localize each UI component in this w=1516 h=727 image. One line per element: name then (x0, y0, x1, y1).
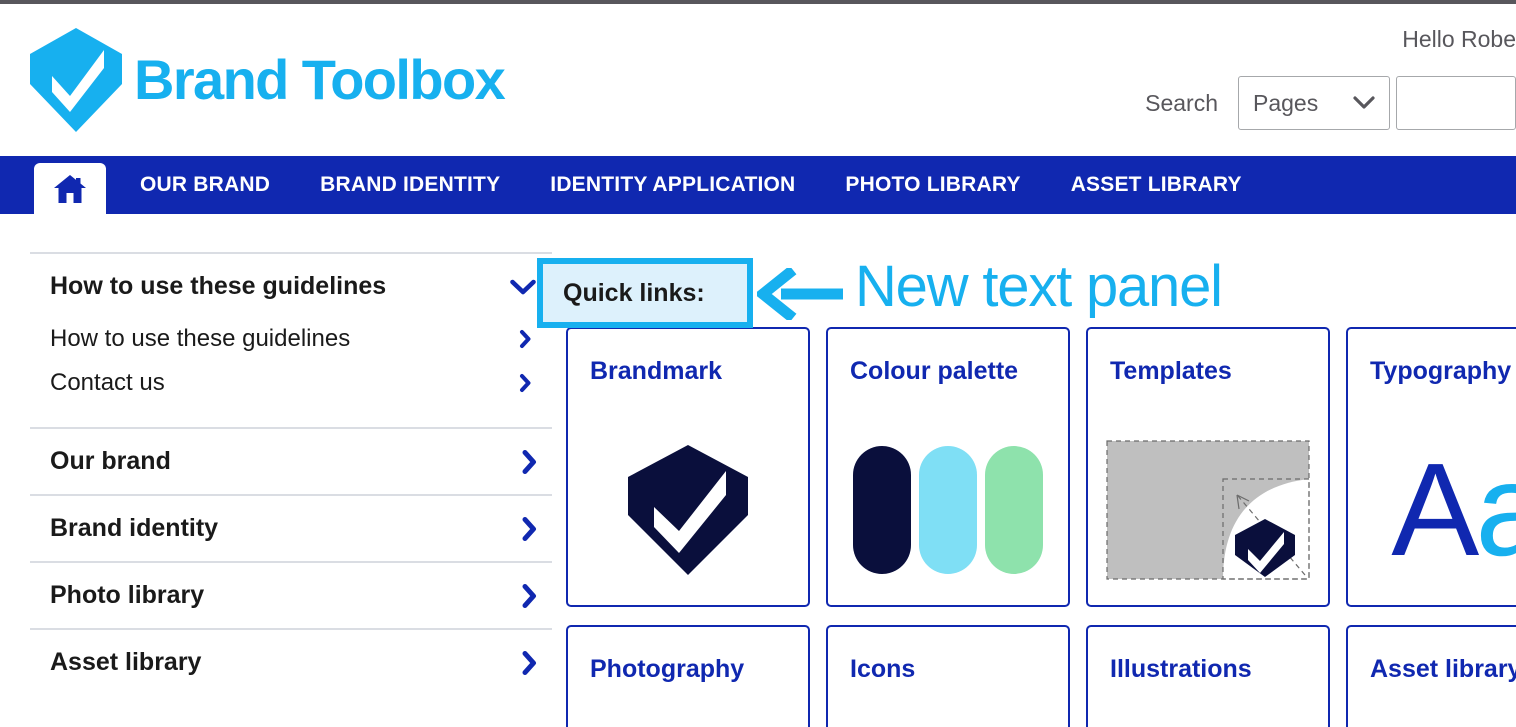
card-title: Brandmark (590, 357, 722, 385)
card-icons[interactable]: Icons (826, 625, 1070, 727)
home-icon (54, 174, 86, 203)
search-scope-value: Pages (1253, 89, 1319, 116)
sidebar-item-label: Contact us (50, 369, 165, 396)
search-input[interactable] (1396, 76, 1516, 130)
card-typography[interactable]: Typography Aa (1346, 327, 1516, 607)
swatch-navy (853, 446, 911, 574)
site-logo-text: Brand Toolbox (134, 48, 506, 111)
card-brandmark[interactable]: Brandmark (566, 327, 810, 607)
chevron-right-icon (522, 583, 536, 608)
page-root: Brand Toolbox Hello Robe Search Pages OU… (0, 0, 1516, 727)
sidebar-item-brand-identity[interactable]: Brand identity (30, 496, 552, 561)
search-label: Search (1145, 89, 1218, 116)
swatch-light-blue (919, 446, 977, 574)
quick-links-panel: Quick links: (537, 258, 753, 328)
card-title: Templates (1110, 357, 1232, 385)
card-title: Icons (850, 655, 916, 683)
quick-links-label: Quick links: (563, 278, 705, 307)
search-scope-select[interactable]: Pages (1238, 76, 1390, 130)
sidebar-item-how-to-use-these-guidelines[interactable]: How to use these guidelines (30, 317, 552, 361)
typography-lowercase: a (1475, 436, 1516, 583)
brandmark-shield-icon (628, 445, 748, 575)
user-greeting: Hello Robe (1402, 26, 1516, 52)
card-title: Colour palette (850, 357, 1019, 385)
search-bar: Search Pages (1145, 76, 1516, 130)
annotation-text: New text panel (855, 254, 1223, 319)
card-photography[interactable]: Photography (566, 625, 810, 727)
nav-home-tab[interactable] (34, 163, 106, 214)
chevron-right-icon (520, 330, 531, 348)
chevron-down-icon (1353, 96, 1375, 109)
brand-shield-check-icon (30, 28, 122, 132)
sidebar-navigation: How to use these guidelines How to use t… (30, 252, 552, 695)
main-navigation: OUR BRAND BRAND IDENTITY IDENTITY APPLIC… (0, 156, 1516, 214)
swatch-green (985, 446, 1043, 574)
quick-links-card-grid: Brandmark Colour palette Templates Typog… (566, 327, 1516, 727)
card-title: Typography (1370, 357, 1512, 385)
arrow-left-icon (757, 268, 843, 320)
card-art: Aa (1348, 425, 1516, 595)
sidebar-item-photo-library[interactable]: Photo library (30, 563, 552, 628)
card-colour-palette[interactable]: Colour palette (826, 327, 1070, 607)
card-art (568, 425, 808, 595)
typography-sample: Aa (1391, 444, 1516, 576)
sidebar-section-label: How to use these guidelines (50, 272, 387, 300)
card-row-1: Brandmark Colour palette Templates Typog… (566, 327, 1516, 607)
sidebar-item-label: Asset library (50, 648, 202, 676)
sidebar-item-label: Brand identity (50, 514, 219, 542)
card-row-2: Photography Icons Illustrations Asset li… (566, 625, 1516, 727)
site-logo[interactable]: Brand Toolbox (30, 28, 506, 132)
site-header: Brand Toolbox Hello Robe Search Pages (0, 4, 1516, 156)
card-asset-library[interactable]: Asset library (1346, 625, 1516, 727)
card-art (828, 425, 1068, 595)
sidebar-item-label: Our brand (50, 447, 171, 475)
chevron-right-icon (522, 650, 536, 675)
colour-swatches (853, 446, 1043, 574)
card-art (1088, 425, 1328, 595)
chevron-right-icon (522, 516, 536, 541)
sidebar-item-contact-us[interactable]: Contact us (30, 361, 552, 405)
chevron-down-icon (510, 279, 536, 294)
nav-item-our-brand[interactable]: OUR BRAND (140, 173, 270, 197)
card-title: Illustrations (1110, 655, 1252, 683)
card-title: Photography (590, 655, 745, 683)
sidebar-section-how-to-use[interactable]: How to use these guidelines (30, 254, 552, 317)
nav-item-brand-identity[interactable]: BRAND IDENTITY (320, 173, 500, 197)
nav-items: OUR BRAND BRAND IDENTITY IDENTITY APPLIC… (140, 156, 1292, 214)
card-templates[interactable]: Templates (1086, 327, 1330, 607)
chevron-right-icon (520, 374, 531, 392)
template-page-icon (1106, 440, 1310, 580)
typography-uppercase: A (1391, 436, 1479, 583)
sidebar-item-label: Photo library (50, 581, 205, 609)
sidebar-item-label: How to use these guidelines (50, 325, 351, 352)
card-title: Asset library (1370, 655, 1516, 683)
nav-item-photo-library[interactable]: PHOTO LIBRARY (845, 173, 1020, 197)
nav-item-asset-library[interactable]: ASSET LIBRARY (1071, 173, 1242, 197)
sidebar-item-asset-library[interactable]: Asset library (30, 630, 552, 695)
chevron-right-icon (522, 449, 536, 474)
card-illustrations[interactable]: Illustrations (1086, 625, 1330, 727)
nav-item-identity-application[interactable]: IDENTITY APPLICATION (550, 173, 795, 197)
sidebar-item-our-brand[interactable]: Our brand (30, 429, 552, 494)
